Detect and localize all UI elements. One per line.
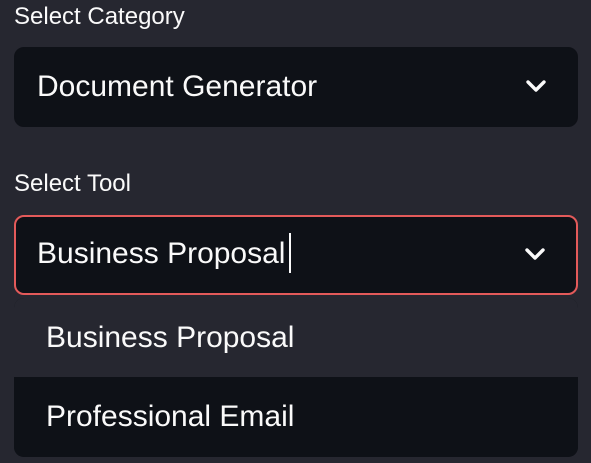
text-caret [289, 233, 292, 273]
select-tool-label: Select Tool [14, 170, 131, 197]
category-select-value: Document Generator [37, 70, 318, 103]
tool-select-input-text: Business Proposal [37, 236, 286, 270]
tool-dropdown-menu: Business Proposal Professional Email [14, 298, 578, 457]
dropdown-option-professional-email[interactable]: Professional Email [14, 377, 578, 456]
dropdown-option-business-proposal[interactable]: Business Proposal [14, 298, 578, 377]
chevron-down-icon[interactable] [525, 79, 547, 93]
tool-select[interactable]: Business Proposal [14, 215, 578, 295]
select-category-label: Select Category [14, 3, 185, 30]
tool-select-input[interactable]: Business Proposal [37, 233, 292, 275]
category-select[interactable]: Document Generator [14, 47, 578, 127]
chevron-down-icon[interactable] [524, 247, 546, 261]
